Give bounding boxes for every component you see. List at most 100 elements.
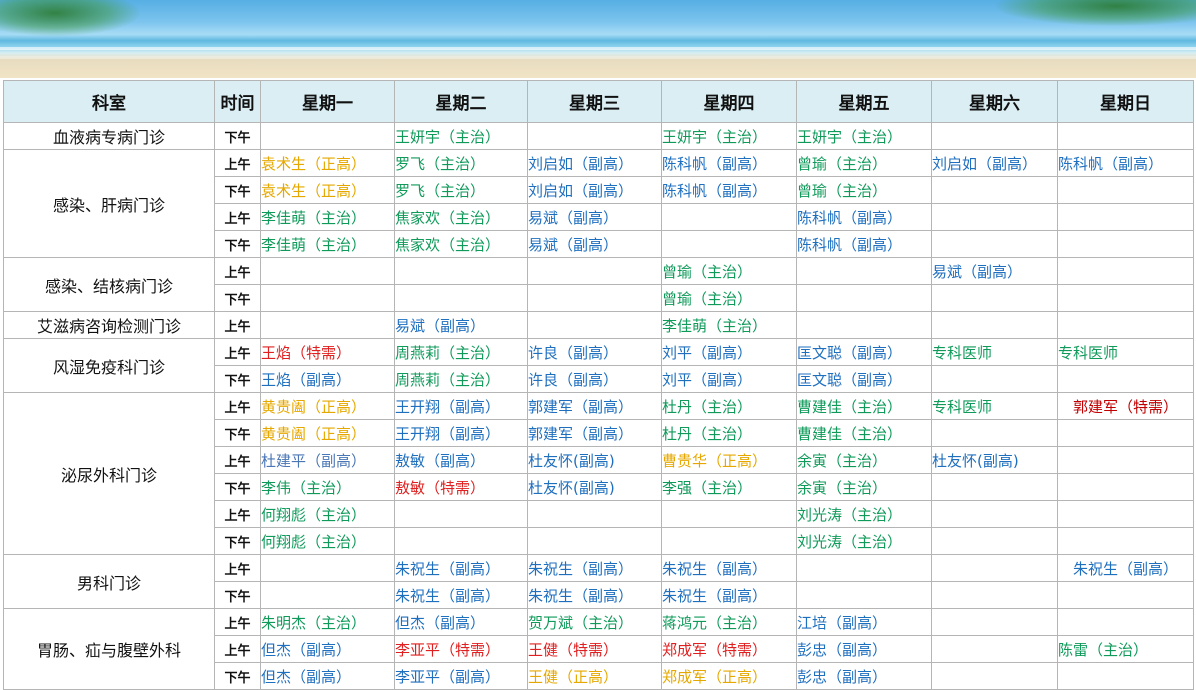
doctor-cell: 郭建军（特需） <box>1057 392 1194 420</box>
doctor-cell: 李佳萌（主治） <box>661 311 797 339</box>
doctor-cell <box>796 257 932 285</box>
doctor-cell: 周燕莉（主治） <box>394 365 528 393</box>
doctor-cell: 罗飞（主治） <box>394 149 528 177</box>
doctor-cell: 罗飞（主治） <box>394 176 528 204</box>
doctor-cell <box>1057 662 1194 690</box>
doctor-cell: 杜友怀(副高) <box>931 446 1058 474</box>
session-time: 下午 <box>214 230 261 258</box>
palm-leaves-right-icon <box>996 0 1196 26</box>
doctor-cell <box>931 662 1058 690</box>
doctor-cell: 专科医师 <box>931 338 1058 366</box>
department-name: 感染、肝病门诊 <box>3 149 215 258</box>
session-time: 下午 <box>214 473 261 501</box>
doctor-cell: 黄贵阖（正高） <box>260 392 395 420</box>
doctor-cell <box>394 284 528 312</box>
department-name: 男科门诊 <box>3 554 215 609</box>
doctor-cell: 许良（副高） <box>527 365 662 393</box>
doctor-cell <box>527 311 662 339</box>
session-time: 下午 <box>214 662 261 690</box>
header-dept: 科室 <box>3 80 215 123</box>
session-time: 上午 <box>214 446 261 474</box>
doctor-cell <box>260 581 395 609</box>
doctor-cell <box>796 311 932 339</box>
palm-leaves-left-icon <box>0 0 140 36</box>
doctor-cell: 郑成军（特需） <box>661 635 797 663</box>
department-name: 风湿免疫科门诊 <box>3 338 215 393</box>
schedule-body: 血液病专病门诊 下午 王妍宇（主治） 王妍宇（主治） 王妍宇（主治） 感染、肝病门诊 上午袁… <box>3 122 1194 690</box>
doctor-cell: 王妍宇（主治） <box>661 122 797 150</box>
doctor-cell <box>527 284 662 312</box>
doctor-cell <box>796 581 932 609</box>
beach-banner <box>0 0 1196 78</box>
doctor-cell <box>931 635 1058 663</box>
doctor-cell: 但杰（副高） <box>260 635 395 663</box>
table-row: 泌尿外科门诊 上午 黄贵阖（正高） 王开翔（副高） 郭建军（副高） 杜丹（主治） 曹建佳（主… <box>3 392 1194 555</box>
doctor-cell: 易斌（副高） <box>394 311 528 339</box>
doctor-cell: 易斌（副高） <box>527 203 662 231</box>
doctor-cell: 王焰（特需） <box>260 338 395 366</box>
header-wed: 星期三 <box>527 80 662 123</box>
doctor-cell: 袁术生（正高） <box>260 176 395 204</box>
doctor-cell <box>931 203 1058 231</box>
doctor-cell <box>661 230 797 258</box>
doctor-cell <box>527 527 662 555</box>
doctor-cell <box>1057 284 1194 312</box>
session-time: 下午 <box>214 176 261 204</box>
doctor-cell <box>527 257 662 285</box>
doctor-cell <box>1057 257 1194 285</box>
doctor-cell: 曾瑜（主治） <box>796 176 932 204</box>
doctor-cell <box>1057 581 1194 609</box>
doctor-cell: 杜建平（副高） <box>260 446 395 474</box>
department-name: 感染、结核病门诊 <box>3 257 215 312</box>
header-sat: 星期六 <box>931 80 1058 123</box>
doctor-cell: 朱祝生（副高） <box>661 554 797 582</box>
doctor-cell <box>796 284 932 312</box>
doctor-cell <box>394 527 528 555</box>
doctor-cell: 刘启如（副高） <box>931 149 1058 177</box>
doctor-cell <box>931 230 1058 258</box>
doctor-cell: 焦家欢（主治） <box>394 230 528 258</box>
doctor-cell <box>931 473 1058 501</box>
doctor-cell: 易斌（副高） <box>931 257 1058 285</box>
doctor-cell <box>931 311 1058 339</box>
doctor-cell: 余寅（主治） <box>796 473 932 501</box>
doctor-cell: 匡文聪（副高） <box>796 365 932 393</box>
doctor-cell: 许良（副高） <box>527 338 662 366</box>
header-mon: 星期一 <box>260 80 395 123</box>
doctor-cell <box>394 257 528 285</box>
doctor-cell <box>1057 446 1194 474</box>
doctor-cell: 王开翔（副高） <box>394 392 528 420</box>
session-time: 下午 <box>214 122 261 150</box>
doctor-cell: 陈科帆（副高） <box>796 203 932 231</box>
doctor-cell: 蒋鸿元（主治） <box>661 608 797 636</box>
doctor-cell: 但杰（副高） <box>394 608 528 636</box>
doctor-cell <box>260 284 395 312</box>
doctor-cell: 曹建佳（主治） <box>796 392 932 420</box>
doctor-cell: 郭建军（副高） <box>527 392 662 420</box>
doctor-cell <box>1057 230 1194 258</box>
doctor-cell: 余寅（主治） <box>796 446 932 474</box>
doctor-cell: 曾瑜（主治） <box>661 284 797 312</box>
doctor-cell <box>931 122 1058 150</box>
doctor-cell: 李强（主治） <box>661 473 797 501</box>
doctor-cell: 陈科帆（副高） <box>661 176 797 204</box>
session-time: 上午 <box>214 608 261 636</box>
doctor-cell: 黄贵阖（正高） <box>260 419 395 447</box>
doctor-cell: 郭建军（副高） <box>527 419 662 447</box>
doctor-cell: 杜丹（主治） <box>661 392 797 420</box>
session-time: 上午 <box>214 554 261 582</box>
header-thu: 星期四 <box>661 80 797 123</box>
clinic-schedule-table: 科室 时间 星期一 星期二 星期三 星期四 星期五 星期六 星期日 血液病专病门… <box>3 80 1194 690</box>
doctor-cell <box>931 419 1058 447</box>
doctor-cell <box>1057 203 1194 231</box>
doctor-cell: 何翔彪（主治） <box>260 500 395 528</box>
doctor-cell <box>1057 473 1194 501</box>
doctor-cell: 王开翔（副高） <box>394 419 528 447</box>
wave-line <box>0 47 1196 50</box>
doctor-cell: 彭忠（副高） <box>796 635 932 663</box>
session-time: 下午 <box>214 365 261 393</box>
doctor-cell <box>527 500 662 528</box>
session-time: 上午 <box>214 635 261 663</box>
doctor-cell: 杜友怀(副高) <box>527 473 662 501</box>
doctor-cell <box>1057 527 1194 555</box>
